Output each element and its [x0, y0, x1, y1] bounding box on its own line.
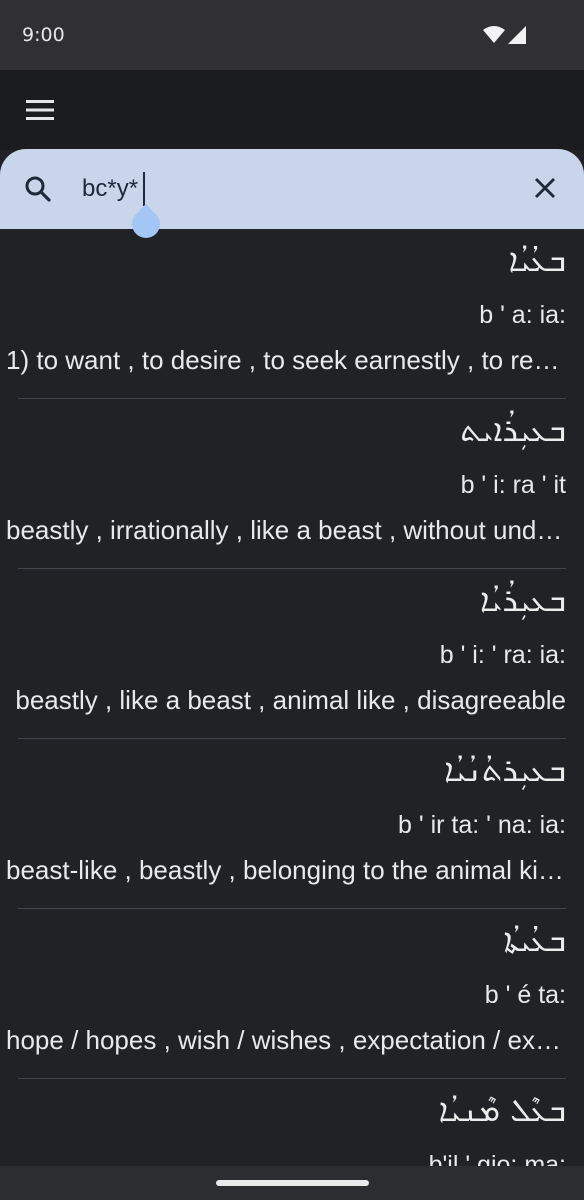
- hamburger-menu-icon: [26, 100, 54, 120]
- list-item[interactable]: ܒܥܝܼܪܳܐܝܬ b ' i: ra ' it beastly , irrat…: [6, 399, 566, 569]
- meaning: beastly , like a beast , animal like , d…: [15, 685, 566, 715]
- clear-search-button[interactable]: [527, 170, 563, 206]
- status-icons: [483, 26, 526, 44]
- signal-icon: [508, 26, 526, 44]
- results-list: ܒܥܳܝܳܐ b ' a: ia: 1) to want , to desire…: [0, 229, 584, 1166]
- search-bar: [0, 149, 584, 229]
- home-gesture-handle[interactable]: [216, 1180, 369, 1186]
- syriac-word: ܒܥܝܼܪܳܐܝܬ: [460, 411, 566, 449]
- list-item[interactable]: ܒܥܳܝܬܳܐ b ' é ta: hope / hopes , wish / …: [6, 909, 566, 1079]
- meaning: beastly , irrationally , like a beast , …: [6, 515, 566, 545]
- syriac-word: ܒܥܝܼܪܳܝܳܐ: [480, 581, 566, 619]
- transliteration: b ' i: ra ' it: [460, 471, 566, 499]
- meaning: 1) to want , to desire , to seek earnest…: [6, 345, 566, 375]
- search-input[interactable]: [82, 169, 482, 209]
- list-item[interactable]: ܒܥܶܠ ܡܶܢܝܳܐ b'il ' gio: ma:: [18, 1079, 566, 1166]
- menu-button[interactable]: [20, 90, 60, 130]
- transliteration: b ' é ta:: [484, 981, 566, 1009]
- wifi-icon: [483, 26, 505, 43]
- navigation-bar: [0, 1166, 584, 1200]
- syriac-word: ܒܥܝܼܪܬܳܢܳܝܳܐ: [444, 751, 566, 789]
- meaning: hope / hopes , wish / wishes , expectati…: [6, 1025, 566, 1055]
- list-item[interactable]: ܒܥܳܝܳܐ b ' a: ia: 1) to want , to desire…: [6, 229, 566, 399]
- search-icon[interactable]: [22, 173, 54, 205]
- list-item[interactable]: ܒܥܝܼܪܬܳܢܳܝܳܐ b ' ir ta: ' na: ia: beast-…: [6, 739, 566, 909]
- status-time: 9:00: [22, 24, 65, 46]
- syriac-word: ܒܥܳܝܬܳܐ: [503, 921, 566, 959]
- transliteration: b ' i: ' ra: ia:: [439, 641, 566, 669]
- transliteration: b ' ir ta: ' na: ia:: [398, 811, 566, 839]
- syriac-word: ܒܥܶܠ ܡܶܢܝܳܐ: [438, 1091, 566, 1129]
- syriac-word: ܒܥܳܝܳܐ: [508, 241, 566, 279]
- app-bar: [0, 70, 584, 150]
- list-item[interactable]: ܒܥܝܼܪܳܝܳܐ b ' i: ' ra: ia: beastly , lik…: [15, 569, 566, 739]
- transliteration: b ' a: ia:: [479, 301, 566, 329]
- status-bar: 9:00: [0, 0, 584, 70]
- transliteration: b'il ' gio: ma:: [428, 1151, 566, 1166]
- meaning: beast-like , beastly , belonging to the …: [6, 855, 566, 885]
- text-cursor: [143, 172, 145, 206]
- close-icon: [535, 178, 555, 198]
